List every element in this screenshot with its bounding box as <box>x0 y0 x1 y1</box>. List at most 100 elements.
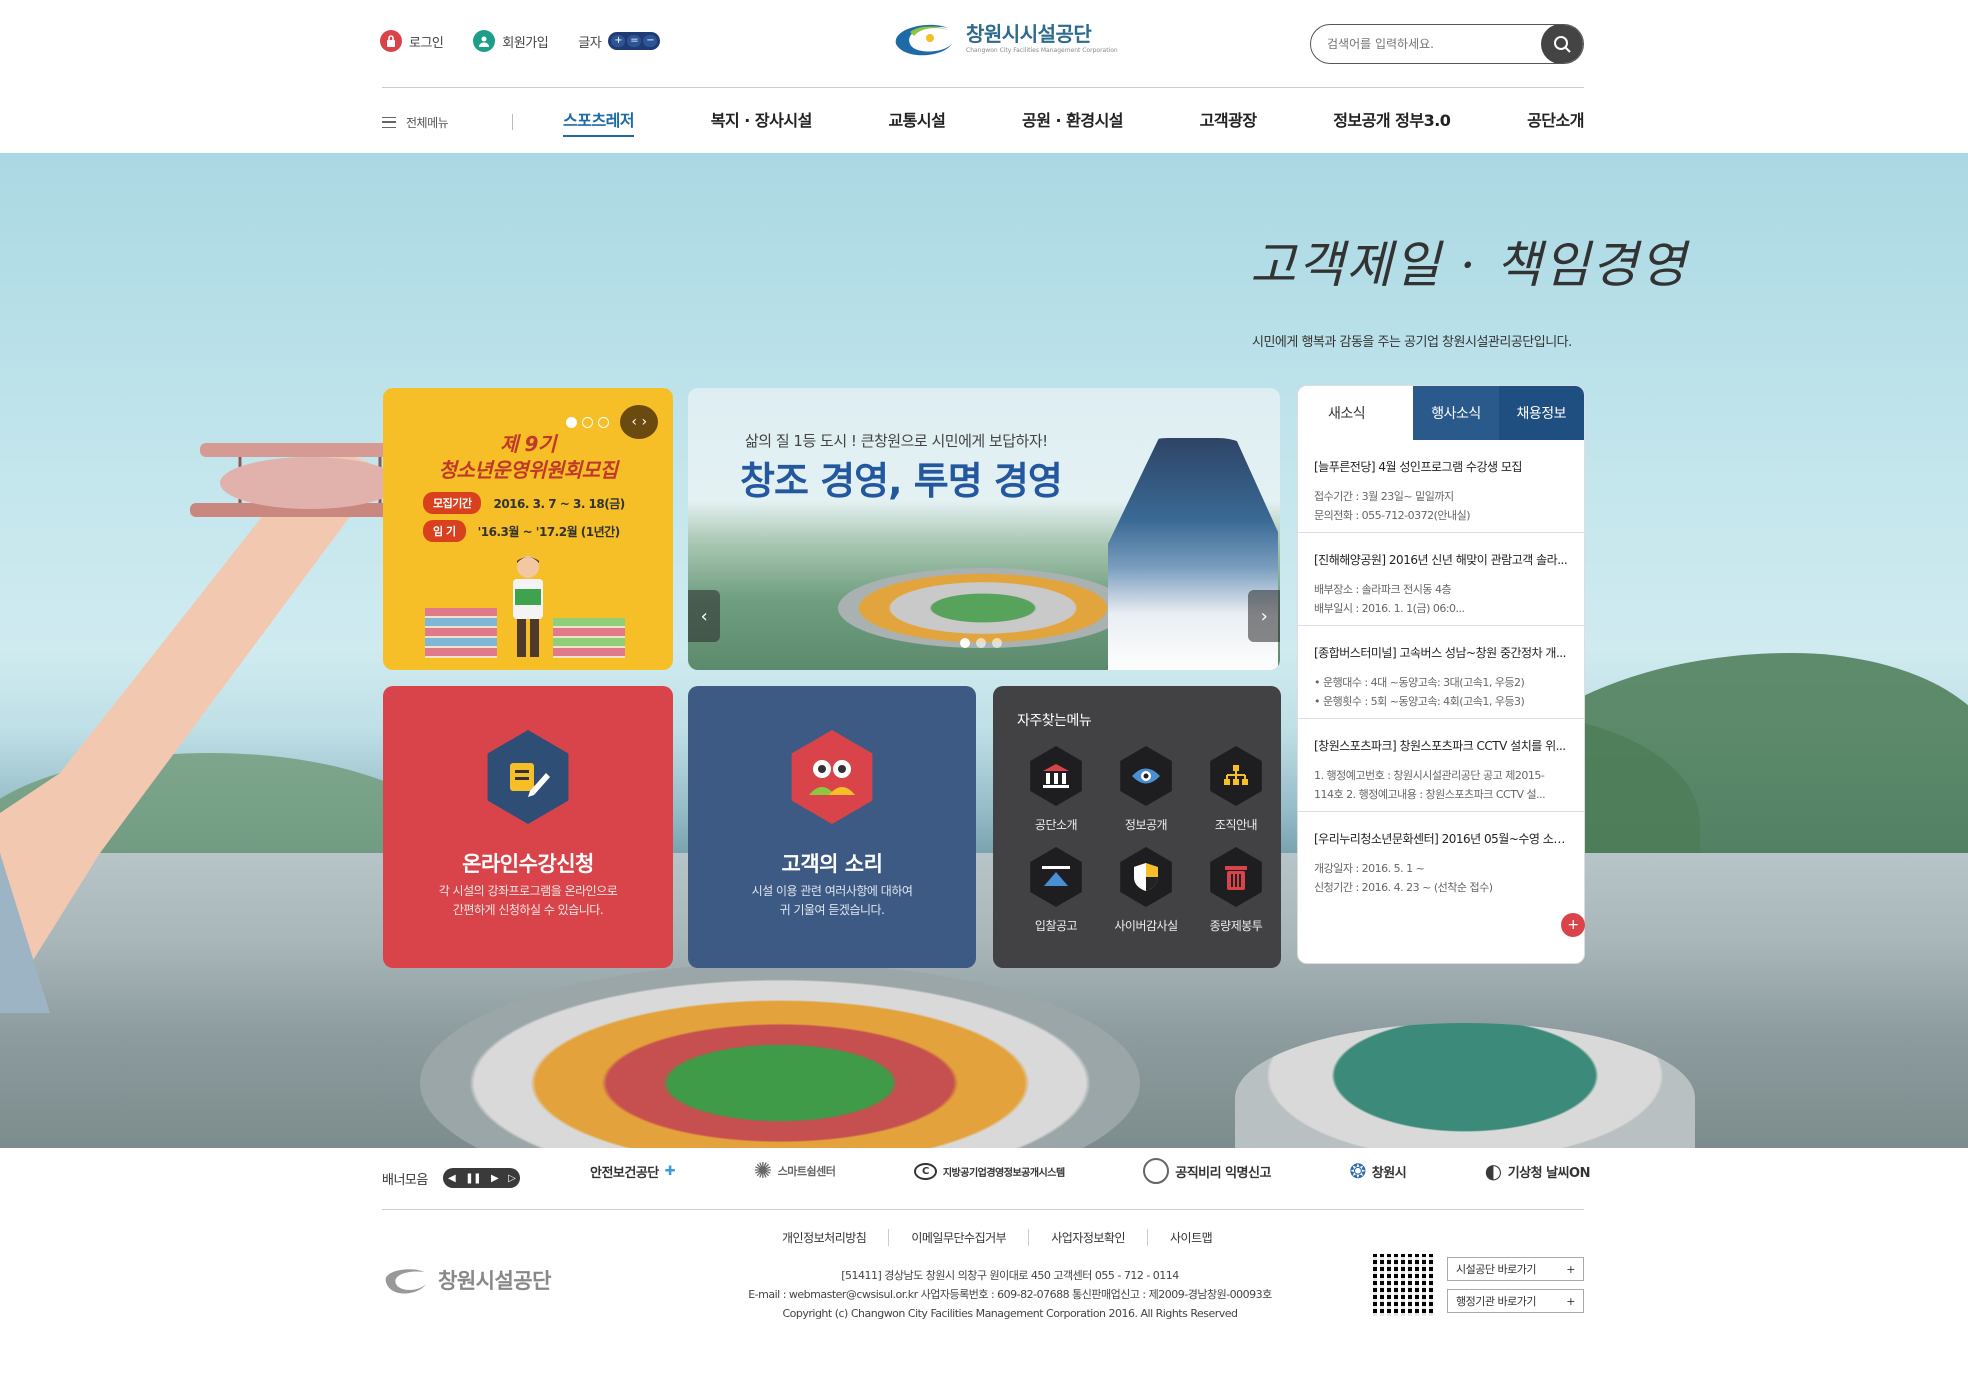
email-refusal-link[interactable]: 이메일무단수집거부 <box>888 1229 1007 1246</box>
eye-icon <box>1120 746 1172 806</box>
pager-dot[interactable] <box>582 416 593 428</box>
news-panel: 새소식 행사소식 채용정보 [늘푸른전당] 4월 성인프로그램 수강생 모집 접… <box>1297 385 1585 964</box>
slide-pager <box>960 638 1002 648</box>
footer-address-line: E-mail : webmaster@cwsisul.or.kr 사업자등록번호… <box>748 1288 1272 1301</box>
facility-shortcut-select[interactable]: 시설공단 바로가기 + <box>1447 1257 1584 1281</box>
nav-item-sports[interactable]: 스포츠레저 <box>563 107 635 137</box>
pause-icon[interactable]: ❚❚ <box>465 1173 481 1184</box>
main-visual-slide[interactable]: 삶의 질 1등 도시 ! 큰창원으로 시민에게 보답하자! 창조 경영, 투명 … <box>688 388 1280 670</box>
online-card-desc-line: 간편하게 신청하실 수 있습니다. <box>452 903 604 917</box>
quick-menu-panel: 자주찾는메뉴 공단소개 정보공개 조직안내 입찰공고 사이버감사실 종량제봉투 <box>993 686 1281 968</box>
news-item[interactable]: [종합버스터미널] 고속버스 성남~창원 중간정차 개... • 운행대수 : … <box>1298 626 1584 719</box>
news-item[interactable]: [우리누리청소년문화센터] 2016년 05월~수영 소그... 개강일자 : … <box>1298 812 1584 905</box>
join-link[interactable]: 회원가입 <box>473 30 549 52</box>
agency-shortcut-select[interactable]: 행정기관 바로가기 + <box>1447 1289 1584 1313</box>
logo-swoosh-icon <box>895 24 952 56</box>
pager-dot[interactable] <box>566 416 577 428</box>
font-increase-button[interactable]: + <box>611 35 626 47</box>
slide-next-button[interactable]: › <box>1248 590 1280 642</box>
banner-weather[interactable]: ◐ 기상청 날씨ON <box>1485 1159 1591 1183</box>
font-size-label: 글자 <box>578 35 602 51</box>
quick-item-audit[interactable]: 사이버감사실 <box>1103 847 1189 934</box>
quick-item-label: 정보공개 <box>1124 818 1168 832</box>
tab-events[interactable]: 행사소식 <box>1413 386 1499 440</box>
business-info-link[interactable]: 사업자정보확인 <box>1028 1229 1125 1246</box>
nav-item-park[interactable]: 공원 · 환경시설 <box>1022 107 1124 137</box>
quick-item-org[interactable]: 조직안내 <box>1193 746 1279 833</box>
nav-separator <box>512 114 513 130</box>
font-reset-button[interactable]: = <box>627 35 642 47</box>
slide-prev-button[interactable]: ‹ <box>688 590 720 642</box>
news-item[interactable]: [창원스포츠파크] 창원스포츠파크 CCTV 설치를 위... 1. 행정예고번… <box>1298 719 1584 812</box>
banner-anonymous-report[interactable]: 공직비리 익명신고 <box>1143 1158 1271 1184</box>
banner-logo-text: 안전보건공단 <box>590 1165 659 1181</box>
banner-smart-center[interactable]: ✺ 스마트쉼센터 <box>754 1159 836 1184</box>
banner-logos: 안전보건공단 ✚ ✺ 스마트쉼센터 C 지방공기업경영정보공개시스템 공직비리 익명신… <box>590 1158 1590 1184</box>
news-item[interactable]: [진해해양공원] 2016년 신년 해맞이 관람고객 솔라... 배부장소 : … <box>1298 533 1584 626</box>
news-item-title: [창원스포츠파크] 창원스포츠파크 CCTV 설치를 위... <box>1314 739 1566 753</box>
footer-links: 개인정보처리방침 이메일무단수집거부 사업자정보확인 사이트맵 <box>782 1229 1213 1246</box>
banner-changwon-city[interactable]: ❂ 창원시 <box>1350 1159 1407 1183</box>
privacy-link[interactable]: 개인정보처리방침 <box>782 1229 867 1246</box>
news-item-detail: 문의전화 : 055-712-0372(안내실) <box>1314 509 1471 522</box>
play-icon[interactable]: ▶ <box>491 1173 499 1184</box>
building-icon <box>1030 746 1082 806</box>
nav-item-about[interactable]: 공단소개 <box>1527 107 1584 137</box>
banner-kosha[interactable]: 안전보건공단 ✚ <box>590 1162 676 1181</box>
tab-jobs[interactable]: 채용정보 <box>1498 386 1584 440</box>
news-item-detail: 114호 2. 행정예고내용 : 창원스포츠파크 CCTV 설... <box>1314 788 1546 801</box>
nav-item-customer[interactable]: 고객광장 <box>1200 107 1257 137</box>
pager-dot[interactable] <box>960 638 970 648</box>
footer-logo: 창원시설공단 <box>382 1264 551 1296</box>
sitemap-link[interactable]: 사이트맵 <box>1146 1229 1213 1246</box>
chevron-left-icon: ‹ <box>700 605 708 627</box>
student-illustration <box>513 556 543 657</box>
online-card-title: 온라인수강신청 <box>462 852 594 876</box>
select-label: 시설공단 바로가기 <box>1456 1263 1536 1276</box>
banner-logo-text: 창원시 <box>1371 1165 1407 1181</box>
site-logo[interactable]: 창원시시설공단 Changwon City Facilities Managem… <box>890 14 1118 58</box>
all-menu-button[interactable]: 전체메뉴 <box>382 114 512 131</box>
lock-icon <box>380 30 402 52</box>
news-item-title: [진해해양공원] 2016년 신년 해맞이 관람고객 솔라... <box>1314 553 1568 567</box>
chevron-right-icon: › <box>1260 605 1268 627</box>
news-item-detail: 신청기간 : 2016. 4. 23 ~ (선착순 접수) <box>1314 881 1493 894</box>
join-label: 회원가입 <box>502 35 549 51</box>
quick-item-bid[interactable]: 입찰공고 <box>1013 847 1099 934</box>
online-form-icon <box>487 730 569 824</box>
nav-item-info[interactable]: 정보공개 정부3.0 <box>1333 107 1451 137</box>
utility-bar: 로그인 회원가입 글자 + = − <box>380 30 661 52</box>
search-button[interactable] <box>1541 25 1583 63</box>
shield-icon <box>1120 847 1172 907</box>
pager-dot[interactable] <box>976 638 986 648</box>
cross-icon: ✚ <box>664 1163 676 1179</box>
tab-news[interactable]: 새소식 <box>1298 386 1414 440</box>
prev-icon[interactable]: ◀ <box>448 1173 456 1184</box>
login-link[interactable]: 로그인 <box>380 30 444 52</box>
next-icon[interactable]: ▷ <box>508 1173 516 1184</box>
pager-dot[interactable] <box>598 416 609 428</box>
quick-item-info[interactable]: 정보공개 <box>1103 746 1189 833</box>
news-more-button[interactable]: + <box>1561 913 1585 937</box>
voice-card-title: 고객의 소리 <box>781 852 883 876</box>
font-decrease-button[interactable]: − <box>643 35 658 47</box>
search-input[interactable] <box>1311 37 1541 51</box>
quick-item-about[interactable]: 공단소개 <box>1013 746 1099 833</box>
news-item[interactable]: [늘푸른전당] 4월 성인프로그램 수강생 모집 접수기간 : 3월 23일~ … <box>1298 440 1584 533</box>
nav-item-transport[interactable]: 교통시설 <box>888 107 945 137</box>
nav-item-welfare[interactable]: 복지 · 장사시설 <box>711 107 813 137</box>
hamburger-icon <box>382 116 396 128</box>
quick-item-bag[interactable]: 종량제봉투 <box>1193 847 1279 934</box>
pager-dot[interactable] <box>992 638 1002 648</box>
org-chart-icon <box>1210 746 1262 806</box>
footer-address: [51411] 경상남도 창원시 의창구 원이대로 450 고객센터 055 -… <box>620 1266 1400 1323</box>
books-illustration <box>553 618 625 658</box>
youth-committee-banner[interactable]: ‹ › 제 9기 청소년운영위원회모집 모집기간 2016. 3. 7 ~ 3.… <box>383 388 673 670</box>
bid-notice-icon <box>1030 847 1082 907</box>
banner-clean-eye[interactable]: C 지방공기업경영정보공개시스템 <box>914 1162 1065 1180</box>
banner-controls: ◀ ❚❚ ▶ ▷ <box>443 1168 521 1188</box>
quick-menu-heading: 자주찾는메뉴 <box>1017 713 1092 729</box>
online-registration-card[interactable]: 온라인수강신청 각 시설의 강좌프로그램을 온라인으로 간편하게 신청하실 수 … <box>383 686 673 968</box>
footer-address-line: [51411] 경상남도 창원시 의창구 원이대로 450 고객센터 055 -… <box>841 1269 1179 1282</box>
customer-voice-card[interactable]: 고객의 소리 시설 이용 관련 여러사항에 대하여 귀 기울여 듣겠습니다. <box>688 686 976 968</box>
